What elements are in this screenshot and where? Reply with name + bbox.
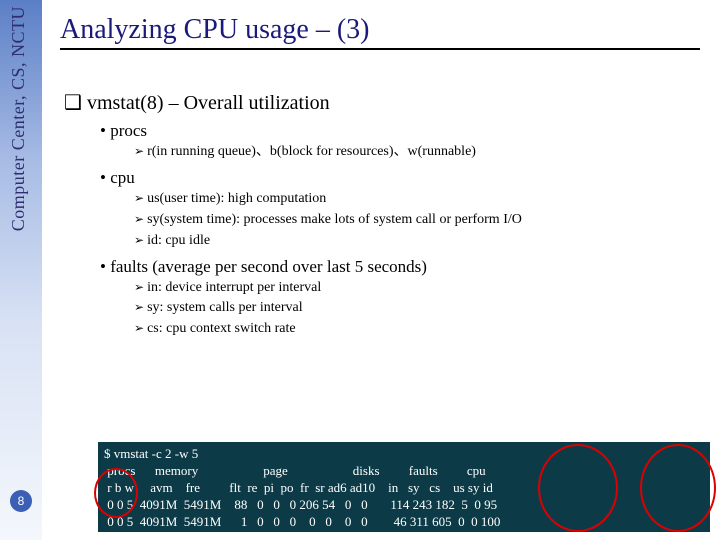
bullet-faults: faults (average per second over last 5 s… [100,257,710,277]
sidebar-org-text: Computer Center, CS, NCTU [8,6,29,231]
term-line-4: 0 0 5 4091M 5491M 1 0 0 0 0 0 0 0 46 311… [104,514,500,529]
title-underline [60,48,700,50]
sub-cpu-0: us(user time): high computation [134,190,710,209]
bullet-cpu: cpu [100,168,710,188]
sidebar: Computer Center, CS, NCTU [0,0,42,540]
term-line-1: procs memory page disks faults cpu [104,463,486,478]
slide-title: Analyzing CPU usage – (3) [60,14,710,46]
term-line-0: $ vmstat -c 2 -w 5 [104,446,198,461]
slide-content: Analyzing CPU usage – (3) vmstat(8) – Ov… [60,0,710,339]
section-heading: vmstat(8) – Overall utilization [64,90,710,115]
highlight-ellipse-cpu [640,444,716,532]
term-line-2: r b w avm fre flt re pi po fr sr ad6 ad1… [104,480,493,495]
page-number-badge: 8 [10,490,32,512]
sub-procs-0: r(in running queue)、b(block for resource… [134,143,710,162]
sub-faults-1: sy: system calls per interval [134,299,710,318]
sub-faults-0: in: device interrupt per interval [134,279,710,298]
term-line-3: 0 0 5 4091M 5491M 88 0 0 0 206 54 0 0 11… [104,497,497,512]
bullet-procs: procs [100,121,710,141]
highlight-ellipse-faults [538,444,618,532]
sub-cpu-2: id: cpu idle [134,232,710,251]
sub-faults-2: cs: cpu context switch rate [134,320,710,339]
sub-cpu-1: sy(system time): processes make lots of … [134,211,710,230]
highlight-ellipse-procs [94,468,138,518]
terminal-output: $ vmstat -c 2 -w 5 procs memory page dis… [98,442,710,532]
